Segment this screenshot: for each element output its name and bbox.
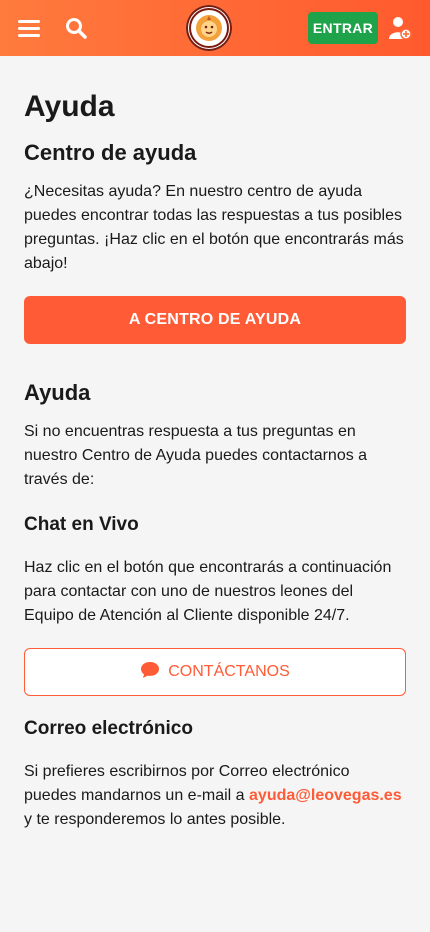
email-text: Si prefieres escribirnos por Correo elec…: [24, 760, 406, 832]
contact-us-label: CONTÁCTANOS: [168, 663, 290, 680]
page-title: Ayuda: [24, 90, 115, 123]
live-chat-title: Chat en Vivo: [24, 514, 139, 535]
chat-bubble-icon: [140, 661, 160, 684]
search-icon[interactable]: [62, 0, 90, 56]
help-center-button[interactable]: A CENTRO DE AYUDA: [24, 296, 406, 344]
help-center-title: Centro de ayuda: [24, 140, 197, 165]
help-section-title: Ayuda: [24, 380, 91, 405]
live-chat-text: Haz clic en el botón que encontrarás a c…: [24, 559, 392, 624]
top-navigation-bar: ENTRAR: [0, 0, 430, 56]
main-content: Ayuda Centro de ayuda ¿Necesitas ayuda? …: [0, 56, 430, 832]
email-title: Correo electrónico: [24, 718, 193, 739]
help-center-text: ¿Necesitas ayuda? En nuestro centro de a…: [24, 183, 404, 272]
hamburger-menu-icon[interactable]: [16, 0, 42, 56]
contact-us-button[interactable]: CONTÁCTANOS: [24, 648, 406, 696]
email-link[interactable]: ayuda@leovegas.es: [249, 787, 402, 804]
login-button[interactable]: ENTRAR: [308, 12, 378, 44]
lion-logo-icon[interactable]: [186, 5, 232, 51]
email-text-after: y te responderemos lo antes posible.: [24, 811, 286, 828]
help-section-text: Si no encuentras respuesta a tus pregunt…: [24, 423, 368, 488]
user-add-icon[interactable]: [386, 0, 414, 56]
